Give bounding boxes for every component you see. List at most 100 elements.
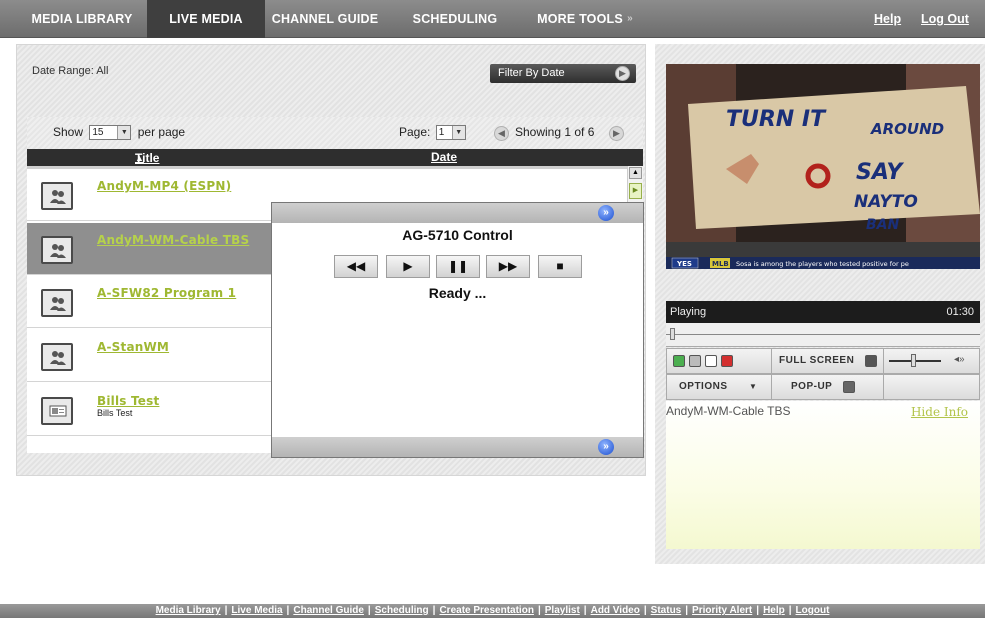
per-page-value: 15 [92,127,104,139]
top-navigation: MEDIA LIBRARY LIVE MEDIA CHANNEL GUIDE S… [0,0,985,38]
footer-link[interactable]: Create Presentation [439,605,533,616]
footer-separator: | [583,605,587,616]
tab-more-tools[interactable]: MORE TOOLS [530,0,630,38]
footer-separator: | [432,605,436,616]
footer-link[interactable]: Scheduling [375,605,429,616]
sign-text: SAY [856,160,904,185]
ticker-badge: YES [676,260,692,268]
player-controls-row: FULL SCREEN ◂» [666,348,980,374]
logout-link[interactable]: Log Out [921,0,969,38]
player-panel: TURN IT AROUND SAY NAYTO BAN YES MLB Sos… [655,44,985,564]
info-area: AndyM-WM-Cable TBS Hide Info [666,401,980,549]
page-select[interactable]: 1 ▼ [435,125,466,141]
footer-link[interactable]: Priority Alert [692,605,752,616]
scroll-up-icon[interactable]: ▲ [629,167,642,179]
item-title[interactable]: A-StanWM [97,340,169,354]
popup-button[interactable]: POP-UP [791,375,832,399]
seek-bar[interactable] [666,323,980,347]
speaker-icon[interactable]: ◂» [954,354,965,365]
footer-link[interactable]: Add Video [591,605,640,616]
playback-time: 01:30 [946,306,974,318]
footer-separator: | [224,605,228,616]
pause-icon[interactable] [689,355,701,367]
footer-separator: | [685,605,689,616]
control-popup: » AG-5710 Control ◀◀ ▶ ❚❚ ▶▶ ■ Ready ...… [271,202,644,458]
page-control: Page: 1 ▼ [399,125,466,141]
footer-link[interactable]: Channel Guide [293,605,364,616]
presentation-icon [41,397,73,425]
sign-text: BAN [866,217,900,233]
volume-handle[interactable] [911,354,916,367]
stop-button[interactable]: ■ [538,255,582,278]
pause-button[interactable]: ❚❚ [436,255,480,278]
column-date[interactable]: Date [431,150,457,164]
stop-icon[interactable] [705,355,717,367]
video-image: TURN IT AROUND SAY NAYTO BAN YES MLB Sos… [666,64,980,269]
forward-icon[interactable]: » [598,205,614,221]
chevron-down-icon: ▼ [749,382,758,391]
partial-row [27,166,627,169]
options-button[interactable]: OPTIONS [679,375,728,399]
previous-page-icon[interactable]: ◀ [494,126,509,141]
play-icon[interactable] [673,355,685,367]
footer-link[interactable]: Status [651,605,682,616]
record-icon[interactable] [721,355,733,367]
seek-handle[interactable] [670,328,675,340]
hide-info-link[interactable]: Hide Info [911,405,968,419]
page-value: 1 [438,127,445,139]
people-icon [41,343,73,371]
page-label: Page: [399,125,431,139]
item-title[interactable]: A-SFW82 Program 1 [97,286,236,300]
help-link[interactable]: Help [874,0,901,38]
footer-separator: | [788,605,792,616]
footer-link[interactable]: Logout [796,605,830,616]
footer-link[interactable]: Help [763,605,785,616]
column-header: Title ▲ Date [27,149,643,166]
footer-separator: | [537,605,541,616]
rewind-button[interactable]: ◀◀ [334,255,378,278]
people-icon [41,182,73,210]
item-title[interactable]: AndyM-MP4 (ESPN) [97,179,231,193]
forward-icon[interactable]: » [598,439,614,455]
control-title: AG-5710 Control [402,227,513,243]
per-page-control: Show 15 ▼ per page [53,125,186,141]
item-title[interactable]: Bills Test [97,394,159,408]
people-icon [41,236,73,264]
showing-count: Showing 1 of 6 [515,125,595,139]
fast-forward-button[interactable]: ▶▶ [486,255,530,278]
tab-scheduling[interactable]: SCHEDULING [400,0,510,38]
dropdown-arrow-icon: ▼ [451,126,465,140]
footer-links: Media Library | Live Media | Channel Guide | S… [0,604,985,618]
sign-text: NAYTO [854,192,918,212]
popup-icon[interactable] [843,381,855,393]
full-screen-icon[interactable] [865,355,877,367]
player-options-row: OPTIONS ▼ POP-UP [666,374,980,400]
play-button[interactable]: ▶ [386,255,430,278]
filter-by-date-button[interactable]: Filter By Date ▶ [490,64,636,83]
now-playing-title: AndyM-WM-Cable TBS [666,404,791,418]
dropdown-arrow-icon: ▼ [117,126,131,140]
sign-text: TURN IT [726,107,827,132]
item-title[interactable]: AndyM-WM-Cable TBS [97,233,249,247]
video-frame[interactable]: TURN IT AROUND SAY NAYTO BAN YES MLB Sos… [666,64,980,269]
per-page-select[interactable]: 15 ▼ [89,125,132,141]
footer-link[interactable]: Live Media [231,605,282,616]
full-screen-button[interactable]: FULL SCREEN [779,349,854,373]
filter-button-label: Filter By Date [498,67,565,79]
playback-status-bar: Playing 01:30 [666,301,980,323]
footer-link[interactable]: Playlist [545,605,580,616]
chevron-down-icon: » [627,13,633,24]
tab-channel-guide[interactable]: CHANNEL GUIDE [268,0,382,38]
play-item-icon[interactable]: ▶ [629,183,642,199]
footer-separator: | [643,605,647,616]
people-icon [41,289,73,317]
next-page-icon[interactable]: ▶ [609,126,624,141]
tab-media-library[interactable]: MEDIA LIBRARY [22,0,142,38]
arrow-right-icon: ▶ [615,66,630,81]
footer-link[interactable]: Media Library [156,605,221,616]
tab-live-media[interactable]: LIVE MEDIA [147,0,265,38]
column-title[interactable]: Title ▲ [135,150,159,165]
playback-state: Playing [670,306,707,318]
per-page-suffix: per page [137,125,186,139]
list-controls: Show 15 ▼ per page Page: 1 ▼ ◀ Showing 1 o… [27,117,643,149]
